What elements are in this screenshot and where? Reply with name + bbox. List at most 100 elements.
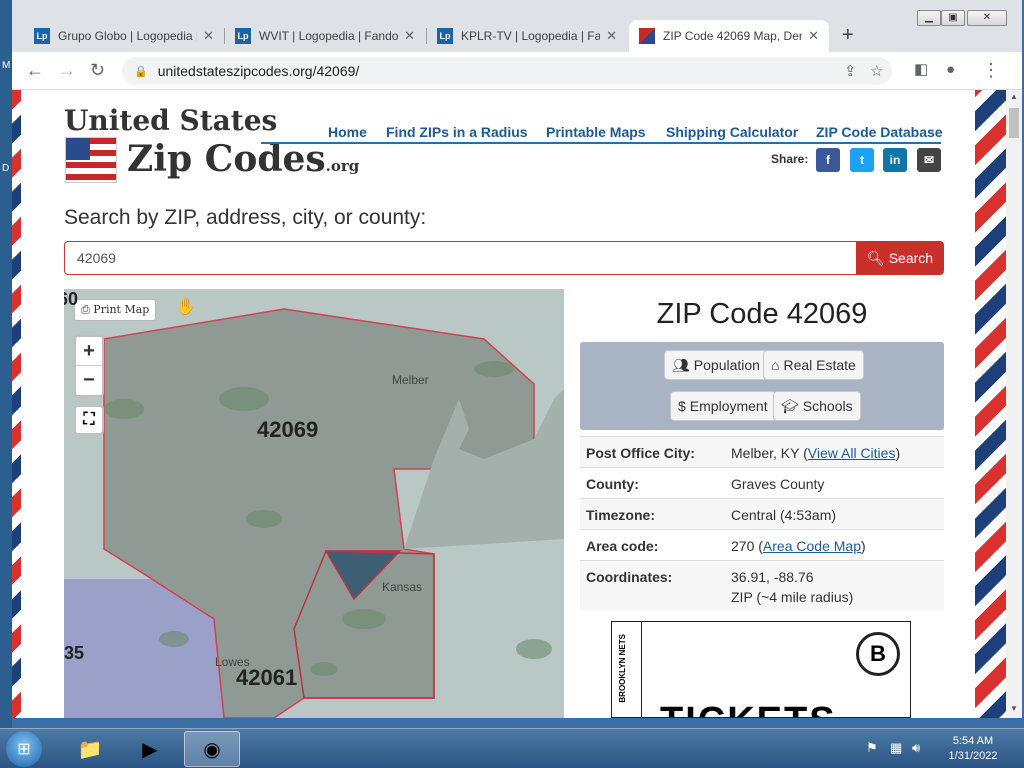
close-icon[interactable]: ✕	[808, 28, 819, 44]
schools-button[interactable]: 🎓︎ Schools	[773, 391, 861, 421]
logopedia-favicon-icon: Lp	[34, 28, 50, 44]
browser-window: Lp Grupo Globo | Logopedia | Fandom ✕ Lp…	[12, 0, 1022, 718]
action-center-icon[interactable]: ⚑	[866, 740, 878, 756]
logo-line-2[interactable]: Zip Codes.org	[127, 138, 359, 180]
flag-favicon-icon	[639, 28, 655, 44]
media-player-icon[interactable]: ▶	[122, 731, 178, 767]
linkedin-share-button[interactable]: in	[883, 148, 907, 172]
printer-icon: ⎙	[81, 303, 94, 316]
row-value: 36.91, -88.76 ZIP (~4 mile radius)	[731, 567, 938, 610]
row-value: 270 (Area Code Map)	[731, 536, 938, 560]
zoom-in-button[interactable]: +	[76, 337, 102, 366]
close-window-button[interactable]: ✕	[967, 10, 1007, 26]
advertisement[interactable]: BROOKLYN NETS B TICKETS	[611, 621, 911, 718]
email-share-button[interactable]: ✉	[917, 148, 941, 172]
minimize-button[interactable]: ▁	[917, 10, 941, 26]
vertical-scrollbar[interactable]: ▲ ▼	[1006, 90, 1022, 718]
nav-home[interactable]: Home	[328, 124, 367, 140]
area-code-map-link[interactable]: Area Code Map	[763, 538, 861, 554]
file-explorer-icon[interactable]: 📁	[62, 731, 118, 767]
schools-label: Schools	[802, 398, 853, 414]
map-label-edge-left: 35	[64, 643, 85, 663]
print-map-button[interactable]: ⎙ Print Map	[74, 299, 157, 321]
bookmark-star-icon[interactable]: ☆	[870, 62, 883, 80]
stats-button-panel: 👥︎ Population ⌂ Real Estate $ Employment 🎓︎…	[580, 342, 944, 430]
reload-icon[interactable]: ↻	[90, 60, 105, 80]
nav-shipping-calculator[interactable]: Shipping Calculator	[666, 124, 798, 140]
clock-time: 5:54 AM	[952, 735, 994, 747]
row-key: Post Office City:	[586, 445, 695, 461]
zip-info-table: Post Office City: Melber, KY (View All C…	[580, 436, 944, 610]
zoom-control: + −	[74, 335, 104, 397]
nets-logo-icon: B	[856, 632, 900, 676]
row-key: County:	[586, 476, 639, 492]
close-icon[interactable]: ✕	[203, 28, 214, 44]
back-arrow-icon[interactable]: ←	[26, 60, 44, 80]
desktop-edge: M D	[0, 0, 12, 728]
url-text: unitedstateszipcodes.org/42069/	[157, 63, 360, 79]
search-button[interactable]: 🔍︎ Search	[856, 241, 944, 275]
chrome-icon[interactable]: ◉	[184, 731, 240, 767]
ad-vertical-text: BROOKLYN NETS	[618, 634, 627, 703]
map-label-kansas: Kansas	[382, 580, 423, 594]
page-viewport: United States Zip Codes.org Home Find ZI…	[12, 90, 1006, 718]
nav-zip-code-database[interactable]: ZIP Code Database	[816, 124, 943, 140]
system-clock[interactable]: 5:54 AM 1/31/2022	[936, 734, 1010, 764]
logopedia-favicon-icon: Lp	[235, 28, 251, 44]
nav-printable-maps[interactable]: Printable Maps	[546, 124, 646, 140]
clock-date: 1/31/2022	[948, 750, 998, 762]
side-panel-icon[interactable]: ◧	[914, 60, 928, 80]
profile-avatar-icon[interactable]: ●	[946, 60, 955, 80]
hand-cursor-icon: ✋	[176, 299, 196, 316]
scrollbar-thumb[interactable]	[1009, 108, 1019, 138]
close-icon[interactable]: ✕	[404, 28, 415, 44]
employment-button[interactable]: $ Employment	[670, 391, 776, 421]
tab-strip: Lp Grupo Globo | Logopedia | Fandom ✕ Lp…	[12, 0, 1022, 52]
start-button[interactable]: ⊞	[6, 731, 42, 767]
tab-title: KPLR-TV | Logopedia | Fandom	[461, 29, 601, 43]
menu-dots-icon[interactable]: ⋮	[982, 60, 1000, 80]
share-page-icon[interactable]: ⇪	[844, 62, 857, 80]
map-label-melber: Melber	[392, 373, 429, 387]
employment-label: Employment	[689, 398, 768, 414]
maximize-button[interactable]: ▣	[941, 10, 965, 26]
logo-name: Zip Codes	[127, 138, 326, 180]
tab-wvit[interactable]: Lp WVIT | Logopedia | Fandom ✕	[225, 20, 425, 52]
tab-kplr[interactable]: Lp KPLR-TV | Logopedia | Fandom ✕	[427, 20, 627, 52]
facebook-share-button[interactable]: f	[816, 148, 840, 172]
fullscreen-icon[interactable]: ⛶	[74, 405, 104, 435]
nav-find-zips-radius[interactable]: Find ZIPs in a Radius	[386, 124, 528, 140]
page-content: United States Zip Codes.org Home Find ZI…	[21, 90, 975, 718]
tab-title: WVIT | Logopedia | Fandom	[259, 29, 399, 43]
real-estate-label: Real Estate	[783, 357, 856, 373]
row-key: Area code:	[586, 538, 659, 554]
network-icon[interactable]: ▦	[890, 740, 902, 756]
twitter-share-button[interactable]: t	[850, 148, 874, 172]
scroll-down-icon[interactable]: ▼	[1010, 704, 1018, 713]
table-row: Timezone: Central (4:53am)	[580, 498, 944, 529]
zip-search-input[interactable]	[64, 241, 858, 275]
tab-title: Grupo Globo | Logopedia | Fandom	[58, 29, 197, 43]
row-value: Melber, KY (View All Cities)	[731, 443, 938, 467]
new-tab-button[interactable]: +	[842, 24, 854, 47]
logopedia-favicon-icon: Lp	[437, 28, 453, 44]
coordinates-value: 36.91, -88.76	[731, 569, 814, 585]
tab-grupo-globo[interactable]: Lp Grupo Globo | Logopedia | Fandom ✕	[24, 20, 224, 52]
zoom-out-button[interactable]: −	[76, 366, 102, 395]
logo-line-1[interactable]: United States	[64, 104, 277, 137]
address-bar[interactable]: 🔒 unitedstateszipcodes.org/42069/ ⇪ ☆	[122, 57, 892, 85]
row-suffix: )	[895, 445, 901, 461]
tab-zip-code-42069[interactable]: ZIP Code 42069 Map, Demographics, More f…	[629, 20, 829, 52]
real-estate-button[interactable]: ⌂ Real Estate	[763, 350, 864, 380]
browser-toolbar: ← → ↻ 🔒 unitedstateszipcodes.org/42069/ …	[12, 52, 1022, 90]
dollar-icon: $	[678, 398, 686, 414]
population-button[interactable]: 👥︎ Population	[664, 350, 768, 380]
view-all-cities-link[interactable]: View All Cities	[808, 445, 896, 461]
zip-map[interactable]: ⎙ Print Map ✋ + − ⛶ 42069 42061 Melber K…	[64, 289, 564, 718]
close-icon[interactable]: ✕	[606, 28, 617, 44]
scroll-up-icon[interactable]: ▲	[1010, 92, 1018, 101]
forward-arrow-icon[interactable]: →	[58, 60, 76, 80]
volume-icon[interactable]: 🔊︎	[912, 740, 920, 756]
timezone-value: Central (4:53am)	[731, 507, 837, 523]
zip-code-title: ZIP Code 42069	[656, 298, 868, 330]
